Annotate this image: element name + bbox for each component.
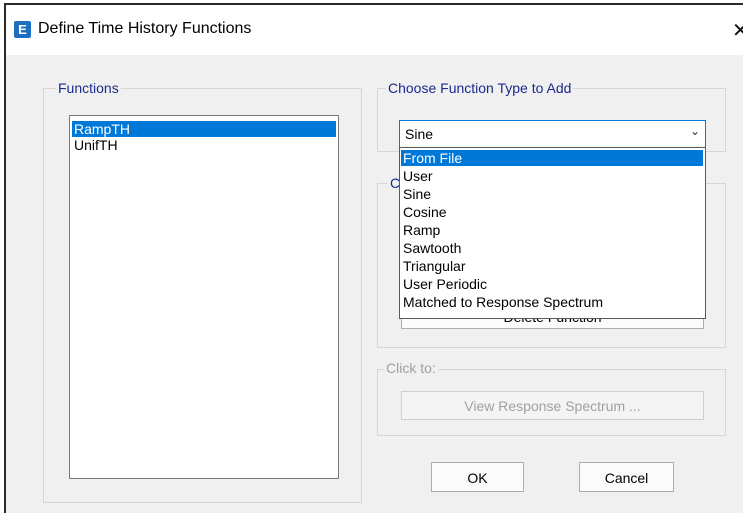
dialog-title: Define Time History Functions — [38, 20, 252, 37]
choose-type-legend: Choose Function Type to Add — [386, 80, 574, 96]
option-matched-to-response-spectrum[interactable]: Matched to Response Spectrum — [401, 294, 703, 310]
list-item-uniфth[interactable]: UnifTH — [72, 137, 336, 153]
click-to-legend: Click to: — [384, 360, 438, 376]
function-type-select[interactable]: Sine ⌄ — [399, 120, 706, 148]
option-cosine[interactable]: Cosine — [401, 204, 703, 220]
view-response-spectrum-button[interactable]: View Response Spectrum ... — [401, 391, 704, 420]
option-user-periodic[interactable]: User Periodic — [401, 276, 703, 292]
app-icon: E — [14, 21, 31, 38]
option-sine[interactable]: Sine — [401, 186, 703, 202]
option-user[interactable]: User — [401, 168, 703, 184]
functions-list[interactable]: RampTH UnifTH — [69, 115, 339, 479]
cancel-button[interactable]: Cancel — [579, 462, 674, 492]
close-icon[interactable]: ✕ — [732, 18, 743, 43]
dialog-window: E Define Time History Functions ✕ Functi… — [4, 3, 743, 513]
chevron-down-icon[interactable]: ⌄ — [690, 124, 700, 138]
option-triangular[interactable]: Triangular — [401, 258, 703, 274]
function-type-dropdown[interactable]: From File User Sine Cosine Ramp Sawtooth… — [399, 147, 706, 319]
function-type-selected-value: Sine — [405, 126, 434, 142]
ok-button[interactable]: OK — [431, 462, 524, 492]
option-ramp[interactable]: Ramp — [401, 222, 703, 238]
functions-legend: Functions — [56, 80, 121, 96]
option-from-file[interactable]: From File — [401, 150, 703, 166]
option-sawtooth[interactable]: Sawtooth — [401, 240, 703, 256]
title-bar: E Define Time History Functions ✕ — [6, 5, 743, 55]
list-item-rampth[interactable]: RampTH — [72, 121, 336, 137]
